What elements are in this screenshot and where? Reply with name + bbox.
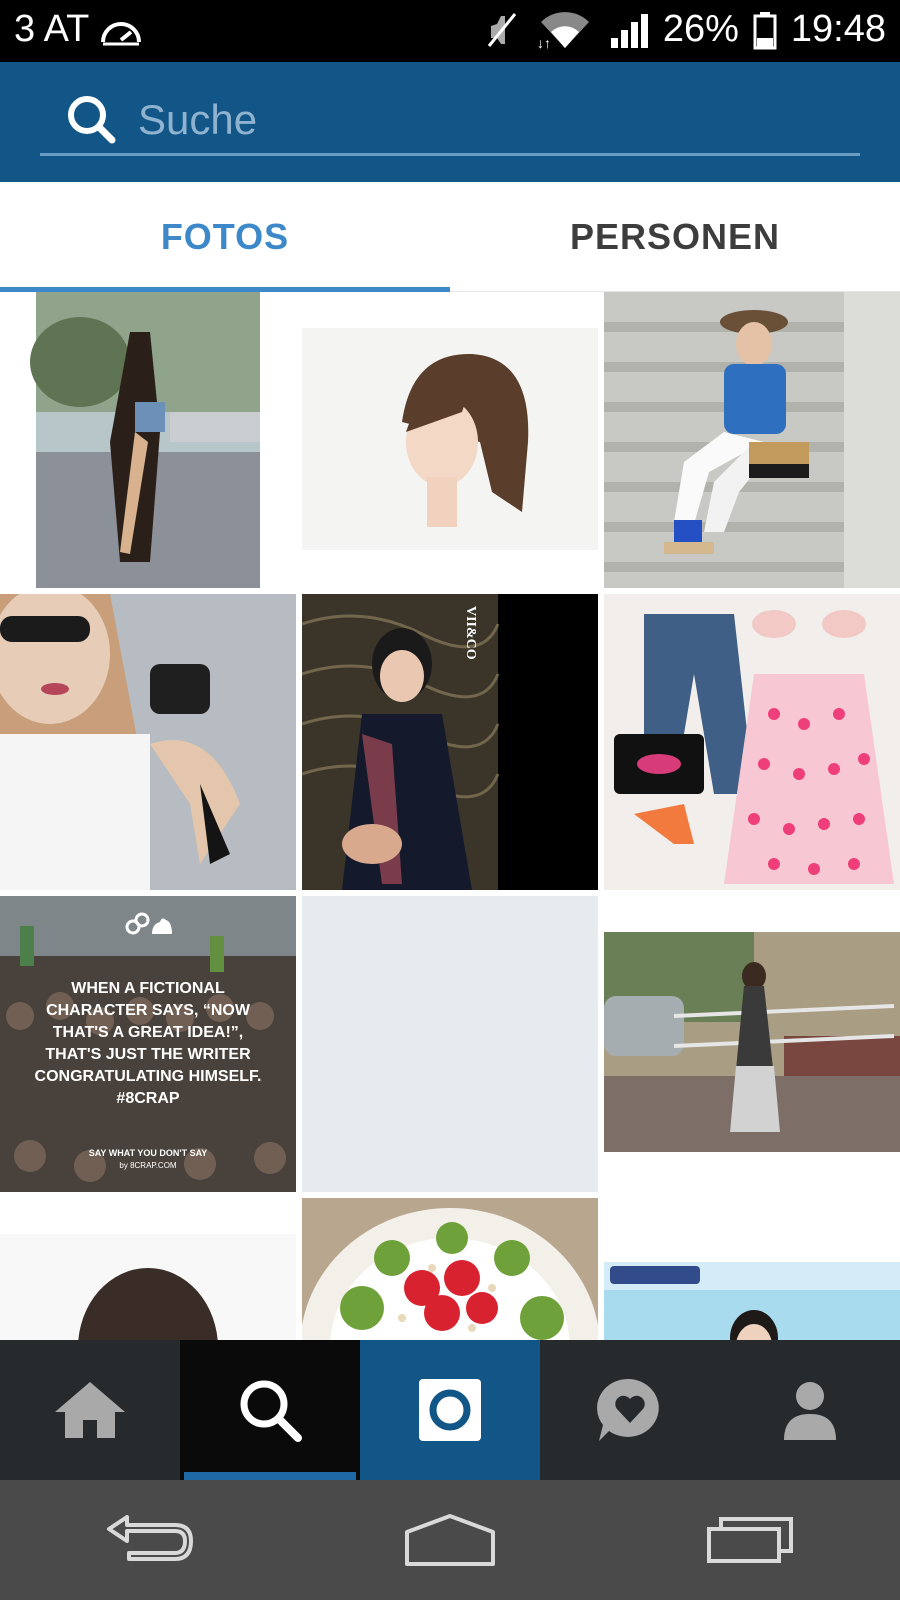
system-home-button[interactable] [390, 1500, 510, 1580]
status-right: ↓↑ 26% 19:48 [485, 8, 886, 51]
photo-tile-fruit-salad[interactable] [302, 1198, 598, 1340]
brand-text: VII&CO [463, 606, 478, 660]
photo-tile-loading[interactable] [302, 896, 598, 1192]
status-left: 3 AT [14, 8, 143, 51]
photo-grid: WHEN A FICTIONAL CHARACTER SAYS, “NOW TH… [0, 292, 900, 1340]
meme-text: WHEN A FICTIONAL CHARACTER SAYS, “NOW TH… [34, 980, 262, 1107]
system-nav-bar [0, 1480, 900, 1600]
photo-tile-sunglasses-selfie[interactable] [0, 594, 296, 890]
photo-tile-long-dress[interactable] [604, 896, 900, 1192]
meme-logo-icon [125, 912, 172, 935]
home-icon [55, 1382, 125, 1438]
tab-personen[interactable]: PERSONEN [450, 182, 900, 292]
search-header [0, 62, 900, 182]
recents-icon [707, 1517, 793, 1563]
wifi-icon: ↓↑ [537, 11, 589, 50]
battery-icon [753, 11, 777, 49]
nav-activity[interactable] [540, 1340, 720, 1480]
mute-icon [487, 12, 517, 47]
search-icon [240, 1380, 302, 1442]
nav-home[interactable] [0, 1340, 180, 1480]
speedometer-icon [101, 21, 142, 45]
meme-overlay: WHEN A FICTIONAL CHARACTER SAYS, “NOW TH… [0, 896, 296, 1192]
nav-camera[interactable] [360, 1340, 540, 1480]
photo-tile-street-kimono[interactable] [0, 292, 296, 588]
photo-tile-vii-co[interactable] [302, 594, 598, 890]
system-back-button[interactable] [90, 1500, 210, 1580]
meme-site: by 8CRAP.COM [119, 1161, 177, 1170]
activity-heart-icon [597, 1378, 659, 1441]
system-recents-button[interactable] [690, 1500, 810, 1580]
clock: 19:48 [790, 8, 886, 50]
search-icon [68, 95, 116, 143]
photo-tile-flatlay-dress[interactable] [604, 594, 900, 890]
tab-bar: FOTOS PERSONEN [0, 182, 900, 292]
nav-profile[interactable] [720, 1340, 900, 1480]
battery-percent: 26% [662, 8, 739, 50]
back-icon [107, 1515, 193, 1561]
signal-icon [610, 13, 648, 48]
home-icon [405, 1514, 495, 1566]
status-bar: 3 AT ↓↑ 26% 19:48 [0, 0, 900, 62]
carrier-label: 3 AT [14, 8, 90, 50]
video-camera-icon [832, 1218, 888, 1254]
search-box[interactable] [40, 86, 860, 156]
camera-icon [419, 1379, 481, 1441]
search-input[interactable] [138, 95, 860, 144]
tab-fotos[interactable]: FOTOS [0, 182, 450, 292]
photo-tile-stairs-hat[interactable] [604, 292, 900, 588]
nav-search[interactable] [180, 1340, 360, 1480]
photo-tile-bangs-girl[interactable] [0, 1198, 296, 1340]
meme-footer: SAY WHAT YOU DON'T SAY [88, 1148, 208, 1158]
profile-icon [784, 1382, 836, 1440]
photo-tile-bob-haircut[interactable] [302, 292, 598, 588]
svg-text:↓↑: ↓↑ [537, 35, 551, 50]
bottom-nav [0, 1340, 900, 1480]
